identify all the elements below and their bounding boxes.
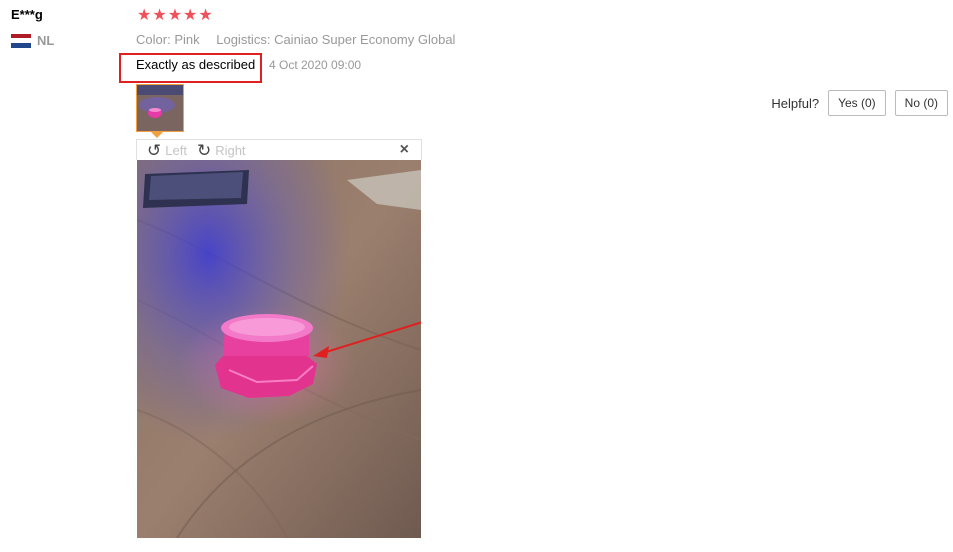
color-key: Color:: [136, 32, 171, 47]
reviewer-country: NL: [11, 33, 54, 48]
star-rating: ★ ★ ★ ★ ★: [137, 7, 213, 25]
feedback-text: Exactly as described: [136, 57, 256, 72]
country-code: NL: [37, 33, 55, 48]
thumbnail-image: [137, 85, 183, 131]
rotate-right-icon: ↻: [196, 140, 212, 160]
star-icon: ★: [198, 7, 213, 24]
review-photo-large: [137, 160, 421, 538]
helpful-label: Helpful?: [771, 95, 820, 111]
rotate-left-label: Left: [165, 142, 187, 158]
order-info: Color: Pink Logistics: Cainiao Super Eco…: [136, 32, 468, 47]
star-icon: ★: [152, 7, 167, 24]
logistics-value: Cainiao Super Economy Global: [274, 32, 456, 47]
review-photo-thumbnail[interactable]: [136, 84, 184, 132]
close-icon[interactable]: ×: [400, 141, 409, 159]
reviewer-name: E***g: [11, 7, 43, 22]
vote-no-button[interactable]: No (0): [894, 90, 948, 116]
helpful-vote: Helpful? Yes (0) No (0): [771, 90, 948, 116]
color-value: Pink: [174, 32, 200, 47]
rotate-right-label: Right: [215, 142, 246, 158]
netherlands-flag-icon: [11, 33, 31, 48]
review-item: E***g NL ★ ★ ★ ★ ★ Color: Pink Logistics…: [0, 0, 953, 552]
logistics-key: Logistics:: [216, 32, 271, 47]
review-date: 4 Oct 2020 09:00: [269, 58, 362, 72]
star-icon: ★: [137, 7, 152, 24]
thumbnail-pointer: [151, 132, 163, 138]
rotate-left-icon: ↺: [147, 140, 162, 160]
rotate-left-button[interactable]: ↺ Left: [147, 142, 187, 159]
vote-yes-button[interactable]: Yes (0): [828, 90, 886, 116]
rotate-right-button[interactable]: ↻ Right: [197, 142, 246, 159]
star-icon: ★: [167, 7, 183, 24]
image-viewer-toolbar: ↺ Left ↻ Right ×: [136, 139, 422, 160]
star-icon: ★: [183, 7, 198, 24]
